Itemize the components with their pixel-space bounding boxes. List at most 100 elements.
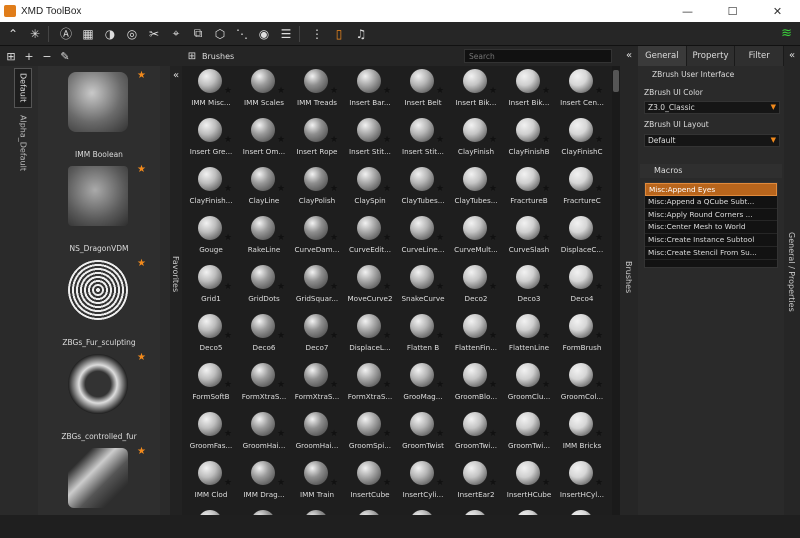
macro-item[interactable]: Misc:Create Stencil From Su... (645, 247, 777, 260)
star-icon[interactable]: ★ (542, 478, 550, 488)
grid-view-icon[interactable]: ⊞ (4, 49, 18, 63)
macro-item[interactable]: Misc:Apply Round Corners ... (645, 209, 777, 222)
scrollbar[interactable] (612, 66, 620, 515)
brush-item[interactable]: ★ ClayFinish (449, 115, 503, 164)
star-icon[interactable]: ★ (224, 331, 232, 341)
star-icon[interactable]: ★ (330, 331, 338, 341)
star-icon[interactable]: ★ (436, 331, 444, 341)
brush-item[interactable]: ★ DisplaceC... (555, 213, 609, 262)
brush-item[interactable]: ★InsertHSp... (237, 507, 291, 515)
brush-item[interactable]: ★ Insert Stit... (396, 115, 450, 164)
star-icon[interactable]: ★ (137, 352, 146, 363)
star-icon[interactable]: ★ (436, 478, 444, 488)
brush-item[interactable]: ★InsertHRing (184, 507, 238, 515)
star-icon[interactable]: ★ (595, 233, 603, 243)
star-icon[interactable]: ★ (436, 184, 444, 194)
minimize-button[interactable]: — (665, 0, 710, 22)
brush-item[interactable]: ★ RakeLine (237, 213, 291, 262)
brush-item[interactable]: ★ FormXtraS... (237, 360, 291, 409)
star-icon[interactable]: ★ (436, 233, 444, 243)
grid-icon[interactable]: ▦ (79, 25, 97, 43)
star-icon[interactable]: ★ (383, 135, 391, 145)
brush-item[interactable]: ★ FlattenFin... (449, 311, 503, 360)
scrollbar-thumb[interactable] (613, 70, 619, 92)
brush-item[interactable]: ★ InsertEar2 (449, 458, 503, 507)
collapse-left-icon[interactable]: « (620, 46, 638, 64)
brush-item[interactable]: ★ FormXtraS... (290, 360, 344, 409)
brush-item[interactable]: ★ IMM Scales (237, 66, 291, 115)
star-icon[interactable]: ★ (224, 135, 232, 145)
macro-item[interactable]: Misc:Create Instance Subtool (645, 234, 777, 247)
sphere-icon[interactable]: ◑ (101, 25, 119, 43)
globe-icon[interactable]: ◎ (123, 25, 141, 43)
brush-item[interactable]: ★ FormXtraS... (343, 360, 397, 409)
brush-item[interactable]: ★LayerRoll (555, 507, 609, 515)
brush-item[interactable]: ★MeshInser... (449, 507, 503, 515)
brush-item[interactable]: ★ MoveCurve2 (343, 262, 397, 311)
star-icon[interactable]: ★ (277, 135, 285, 145)
brush-item[interactable]: ★ Gouge (184, 213, 238, 262)
brush-item[interactable]: ★ Insert Gre... (184, 115, 238, 164)
brush-item[interactable]: ★ Insert Om... (237, 115, 291, 164)
brush-item[interactable]: ★ ClaySpin (343, 164, 397, 213)
collapse-icon[interactable]: ✳ (26, 25, 44, 43)
tab-general[interactable]: General (638, 46, 687, 66)
star-icon[interactable]: ★ (277, 478, 285, 488)
star-icon[interactable]: ★ (277, 184, 285, 194)
star-icon[interactable]: ★ (542, 135, 550, 145)
edit-icon[interactable]: ✎ (58, 49, 72, 63)
star-icon[interactable]: ★ (542, 380, 550, 390)
brush-item[interactable]: ★ ClayTubes... (449, 164, 503, 213)
brush-item[interactable]: ★ Grid1 (184, 262, 238, 311)
brush-item[interactable]: ★ ClayFinishB (502, 115, 556, 164)
circle-a-icon[interactable]: Ⓐ (57, 25, 75, 43)
star-icon[interactable]: ★ (436, 380, 444, 390)
brush-item[interactable]: ★ InsertCube (343, 458, 397, 507)
sliders-icon[interactable]: ☰ (277, 25, 295, 43)
bell-icon[interactable]: ♫ (352, 25, 370, 43)
brush-item[interactable]: ★ Deco5 (184, 311, 238, 360)
star-icon[interactable]: ★ (489, 233, 497, 243)
brush-item[interactable]: ★LayerConst (502, 507, 556, 515)
star-icon[interactable]: ★ (436, 135, 444, 145)
star-icon[interactable]: ★ (224, 282, 232, 292)
star-icon[interactable]: ★ (224, 86, 232, 96)
brush-item[interactable]: ★ Deco7 (290, 311, 344, 360)
star-icon[interactable]: ★ (595, 478, 603, 488)
star-icon[interactable]: ★ (542, 331, 550, 341)
star-icon[interactable]: ★ (489, 380, 497, 390)
list-item[interactable]: ★ NS_DragonVDM (38, 160, 160, 256)
brush-item[interactable]: ★ Insert Rope (290, 115, 344, 164)
grid-view-icon[interactable]: ⊞ (186, 47, 198, 65)
star-icon[interactable]: ★ (330, 429, 338, 439)
ui-layout-select[interactable]: Default ▼ (644, 134, 780, 147)
tab-alpha-default[interactable]: Alpha_Default (14, 110, 32, 176)
macro-item[interactable]: Misc:Append Eyes (645, 183, 777, 196)
star-icon[interactable]: ★ (542, 429, 550, 439)
star-icon[interactable]: ★ (489, 331, 497, 341)
star-icon[interactable]: ★ (330, 380, 338, 390)
star-icon[interactable]: ★ (489, 86, 497, 96)
star-icon[interactable]: ★ (224, 184, 232, 194)
brush-item[interactable]: ★ GroomHai... (237, 409, 291, 458)
brush-item[interactable]: ★ Deco2 (449, 262, 503, 311)
star-icon[interactable]: ★ (595, 86, 603, 96)
brush-item[interactable]: ★ GroomClu... (502, 360, 556, 409)
collapse-left-icon[interactable]: « (784, 46, 800, 64)
star-icon[interactable]: ★ (330, 233, 338, 243)
ring-icon[interactable]: ◉ (255, 25, 273, 43)
star-icon[interactable]: ★ (277, 331, 285, 341)
brush-item[interactable]: ★ ClayFinish... (184, 164, 238, 213)
brush-item[interactable]: ★ Insert Stit... (343, 115, 397, 164)
macros-header[interactable]: Macros (640, 164, 782, 178)
brush-item[interactable]: ★ InsertHCube (502, 458, 556, 507)
close-button[interactable]: ✕ (755, 0, 800, 22)
brush-item[interactable]: ★ Insert Cen... (555, 66, 609, 115)
more-icon[interactable]: ⋮ (308, 25, 326, 43)
book-icon[interactable]: ▯ (330, 25, 348, 43)
star-icon[interactable]: ★ (542, 233, 550, 243)
star-icon[interactable]: ★ (224, 429, 232, 439)
star-icon[interactable]: ★ (489, 429, 497, 439)
star-icon[interactable]: ★ (436, 282, 444, 292)
star-icon[interactable]: ★ (137, 446, 146, 457)
